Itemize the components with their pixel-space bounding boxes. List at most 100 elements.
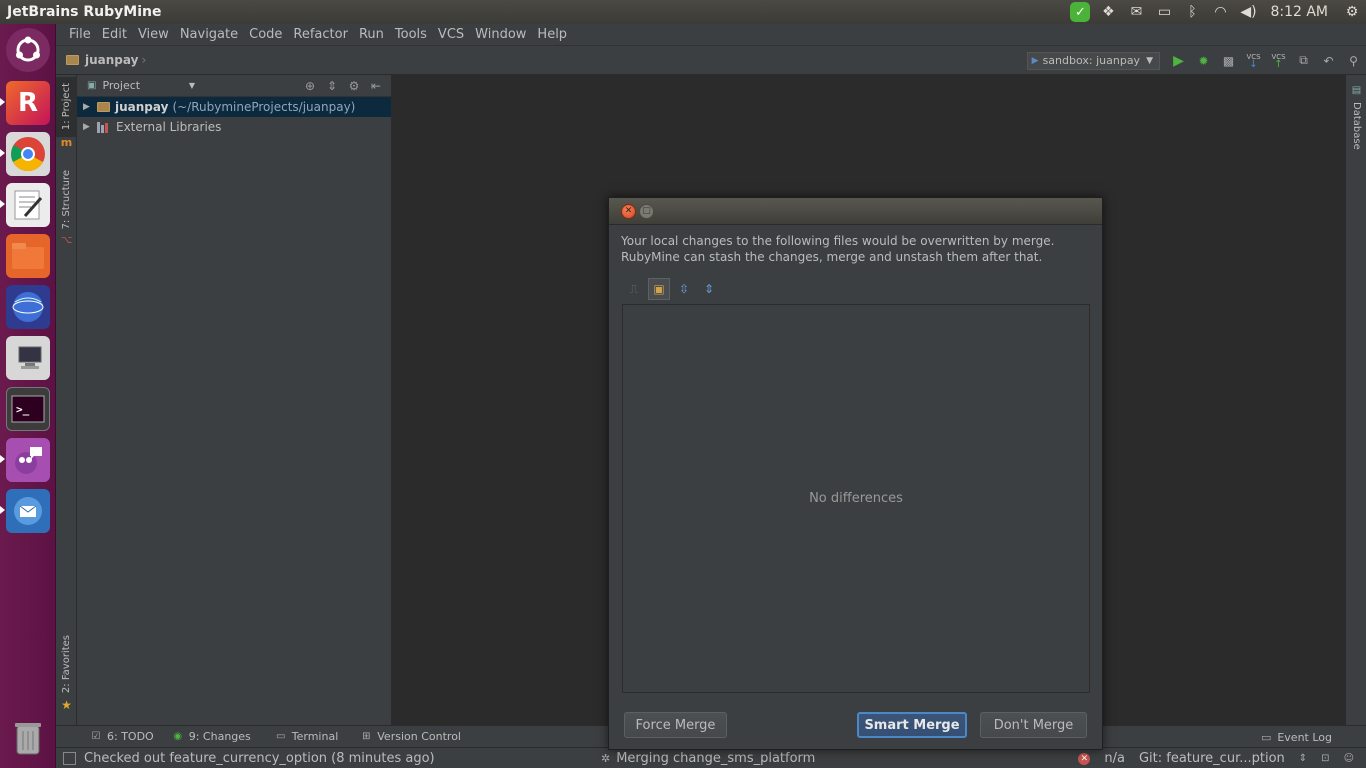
compare-button[interactable]: ⧉ — [1291, 49, 1316, 73]
tab-structure[interactable]: 7: Structure — [56, 165, 77, 235]
search-everywhere-button[interactable]: ⚲ — [1341, 49, 1366, 73]
status-message[interactable]: Checked out feature_currency_option (8 m… — [84, 751, 435, 766]
tab-version-control[interactable]: ⊞ Version Control — [360, 730, 461, 743]
menu-window[interactable]: Window — [470, 27, 531, 42]
update-ok-icon[interactable]: ✓ — [1066, 0, 1094, 24]
vcs-update-button[interactable]: VCS ↓ — [1241, 49, 1266, 73]
tab-event-log[interactable]: ▭ Event Log — [1261, 726, 1332, 748]
run-config-select[interactable]: ▶ sandbox: juanpay ▼ — [1026, 51, 1160, 70]
tab-favorites[interactable]: 2: Favorites — [56, 631, 77, 697]
collapse-all-button[interactable]: ⇕ — [698, 278, 720, 300]
wifi-icon[interactable]: ◠ — [1206, 0, 1234, 24]
terminal-launcher-icon[interactable]: >_ — [6, 387, 50, 431]
library-icon — [97, 121, 111, 133]
group-by-directory-button[interactable]: ▣ — [648, 278, 670, 300]
inspector-icon[interactable]: ☺ — [1344, 753, 1354, 764]
menu-refactor[interactable]: Refactor — [288, 27, 353, 42]
run-config-label: sandbox: juanpay — [1042, 54, 1141, 67]
toggle-tool-windows-icon[interactable] — [63, 751, 76, 765]
volume-icon[interactable]: ◀) — [1234, 0, 1262, 24]
files-launcher-icon[interactable] — [6, 234, 50, 278]
show-diff-button[interactable]: ⎍ — [623, 278, 645, 300]
remote-desktop-launcher-icon[interactable] — [6, 336, 50, 380]
coverage-icon: ▩ — [1222, 53, 1235, 68]
project-view-select[interactable]: ▣ Project ▼ — [87, 79, 195, 92]
maximize-icon[interactable]: □ — [639, 203, 654, 219]
dont-merge-button[interactable]: Don't Merge — [980, 712, 1087, 738]
force-merge-button[interactable]: Force Merge — [624, 712, 727, 738]
changes-icon: ◉ — [173, 731, 183, 742]
tab-database[interactable]: Database — [1346, 99, 1366, 153]
caret-position[interactable]: n/a — [1104, 751, 1125, 766]
thunderbird-launcher-icon[interactable] — [6, 489, 50, 533]
expand-arrow-icon[interactable]: ▶ — [83, 122, 97, 132]
debug-button[interactable]: ✹ — [1191, 49, 1216, 73]
force-merge-label: Force Merge — [635, 717, 716, 733]
coverage-button[interactable]: ▩ — [1216, 49, 1241, 73]
menu-vcs[interactable]: VCS — [433, 27, 469, 42]
mail-icon[interactable]: ✉ — [1122, 0, 1150, 24]
clock[interactable]: 8:12 AM — [1262, 4, 1338, 20]
settings-button[interactable]: ⚙ — [343, 75, 365, 97]
lock-icon[interactable]: ⊡ — [1321, 753, 1329, 764]
dont-merge-label: Don't Merge — [993, 717, 1074, 733]
tab-terminal[interactable]: ▭ Terminal — [275, 730, 338, 743]
smart-merge-button[interactable]: Smart Merge — [857, 712, 967, 738]
dropbox-icon[interactable]: ❖ — [1094, 0, 1122, 24]
collapse-all-icon: ⇕ — [703, 282, 715, 296]
tab-changes-label: 9: Changes — [188, 730, 251, 743]
menu-navigate[interactable]: Navigate — [175, 27, 243, 42]
scroll-from-source-button[interactable]: ⊕ — [299, 75, 321, 97]
menu-file[interactable]: File — [64, 27, 96, 42]
expand-arrow-icon[interactable]: ▶ — [83, 102, 97, 112]
todo-icon: ☑ — [91, 731, 101, 742]
battery-icon[interactable]: ▭ — [1150, 0, 1178, 24]
menu-run[interactable]: Run — [354, 27, 389, 42]
dialog-message-line-2: RubyMine can stash the changes, merge an… — [621, 250, 1043, 264]
vcs-commit-button[interactable]: VCS ↑ — [1266, 49, 1291, 73]
gear-icon[interactable]: ⚙ — [1338, 0, 1366, 24]
database-icon: ▤ — [1351, 84, 1362, 96]
run-config-icon: ▶ — [1031, 55, 1039, 66]
bluetooth-icon[interactable]: ᛒ — [1178, 0, 1206, 24]
breadcrumb[interactable]: juanpay › — [66, 53, 146, 67]
revert-button[interactable]: ↶ — [1316, 49, 1341, 73]
menu-view[interactable]: View — [133, 27, 174, 42]
background-task[interactable]: ✲ Merging change_sms_platform — [601, 748, 815, 768]
expand-all-button[interactable]: ⇳ — [673, 278, 695, 300]
right-tool-strip: ▤ Database — [1345, 75, 1366, 725]
rubymine-launcher-icon[interactable]: R — [6, 81, 50, 125]
changed-files-list[interactable]: No differences — [622, 304, 1090, 693]
close-icon[interactable]: ✕ — [621, 203, 636, 219]
tab-changes[interactable]: ◉ 9: Changes — [172, 730, 251, 743]
tab-project[interactable]: 1: Project — [56, 77, 77, 137]
tree-item-external-libraries[interactable]: ▶ External Libraries — [77, 117, 391, 137]
menu-code[interactable]: Code — [244, 27, 287, 42]
ubuntu-dash-icon[interactable] — [6, 28, 50, 72]
collapse-all-button[interactable]: ⇕ — [321, 75, 343, 97]
expand-all-icon: ⇳ — [678, 282, 690, 296]
search-icon: ⚲ — [1349, 53, 1358, 68]
breadcrumb-label: juanpay — [85, 53, 139, 67]
text-editor-launcher-icon[interactable] — [6, 183, 50, 227]
menu-edit[interactable]: Edit — [97, 27, 132, 42]
run-button[interactable]: ▶ — [1166, 49, 1191, 73]
menu-tools[interactable]: Tools — [390, 27, 432, 42]
trash-launcher-icon[interactable] — [6, 716, 50, 760]
git-branch-widget[interactable]: Git: feature_cur...ption — [1139, 751, 1285, 766]
chevron-down-icon: ▼ — [188, 81, 195, 90]
menu-help[interactable]: Help — [532, 27, 572, 42]
tree-item-path: (~/RubymineProjects/juanpay) — [172, 100, 356, 114]
arrow-down-icon: ↓ — [1249, 58, 1258, 70]
tab-favorites-label: 2: Favorites — [61, 634, 72, 694]
pidgin-launcher-icon[interactable] — [6, 438, 50, 482]
updown-icon[interactable]: ⇕ — [1299, 753, 1307, 764]
chrome-launcher-icon[interactable] — [6, 132, 50, 176]
tree-item-juanpay[interactable]: ▶ juanpay (~/RubymineProjects/juanpay) — [77, 97, 391, 117]
error-icon[interactable]: ✕ — [1078, 752, 1091, 765]
browser-globe-launcher-icon[interactable] — [6, 285, 50, 329]
status-right: ✕ n/a Git: feature_cur...ption ⇕ ⊡ ☺ — [1078, 748, 1354, 768]
tab-todo[interactable]: ☑ 6: TODO — [90, 730, 154, 743]
navigation-bar: juanpay › ▶ sandbox: juanpay ▼ ▶ ✹ ▩ VCS… — [56, 46, 1366, 75]
hide-panel-button[interactable]: ⇤ — [365, 75, 387, 97]
